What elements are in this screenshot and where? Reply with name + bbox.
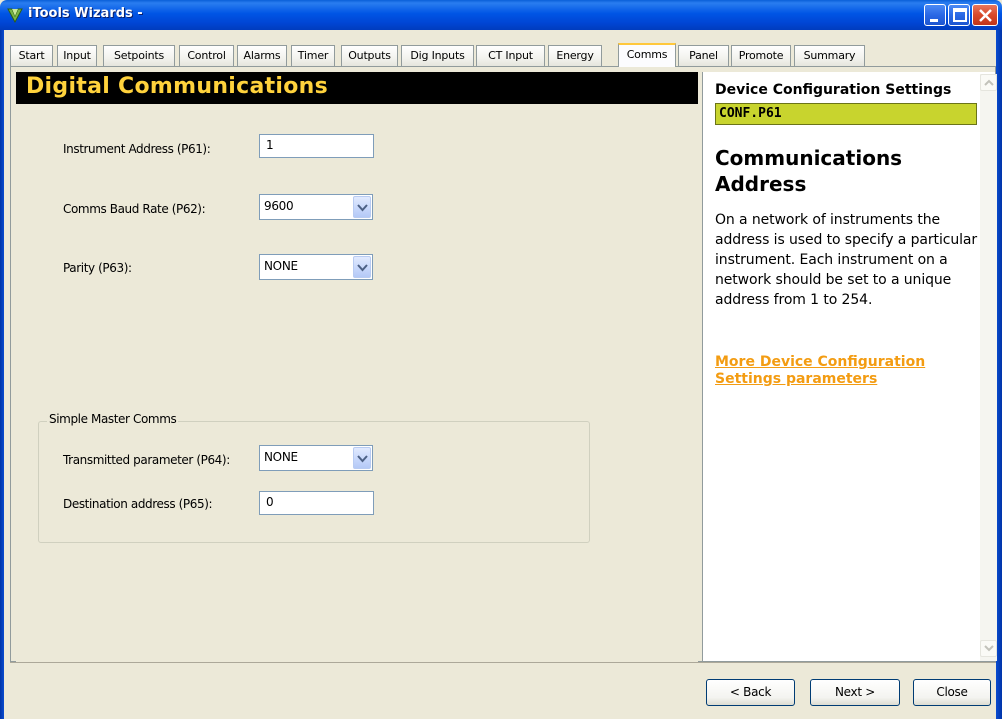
instrument-address-input[interactable]: 1 <box>259 134 374 158</box>
back-button-label: < Back <box>729 685 772 699</box>
wizard-tabs: Start Input Setpoints Control Alarms Tim… <box>10 43 870 67</box>
transmitted-parameter-dropdown-button[interactable] <box>353 447 371 469</box>
scroll-up-button[interactable] <box>980 74 997 91</box>
window-frame-left <box>0 30 4 719</box>
parameter-code-badge: CONF.P61 <box>715 103 977 125</box>
more-parameters-link[interactable]: More Device Configuration Settings param… <box>715 354 975 388</box>
close-icon <box>979 9 992 22</box>
settings-panel: Digital Communications Instrument Addres… <box>16 72 698 662</box>
destination-address-label: Destination address (P65): <box>63 497 213 511</box>
baud-rate-value: 9600 <box>264 199 294 213</box>
tab-summary[interactable]: Summary <box>794 45 865 66</box>
tab-promote[interactable]: Promote <box>731 45 791 66</box>
close-button-label: Close <box>936 685 968 699</box>
page-heading-bar: Digital Communications <box>16 72 698 104</box>
tab-ct-input[interactable]: CT Input <box>476 45 545 66</box>
minimize-icon <box>930 19 938 22</box>
tab-input[interactable]: Input <box>57 45 97 66</box>
minimize-button[interactable] <box>924 4 946 26</box>
window-title: iTools Wizards - <box>28 6 143 21</box>
chevron-down-icon <box>357 204 368 212</box>
chevron-down-icon <box>984 645 994 652</box>
maximize-button[interactable] <box>948 4 970 26</box>
tab-dig-inputs[interactable]: Dig Inputs <box>401 45 474 66</box>
baud-rate-dropdown-button[interactable] <box>353 196 371 218</box>
tab-setpoints[interactable]: Setpoints <box>103 45 175 66</box>
simple-master-comms-group <box>38 421 590 543</box>
tab-comms[interactable]: Comms <box>618 43 676 67</box>
parity-select[interactable]: NONE <box>259 254 373 280</box>
tab-energy[interactable]: Energy <box>548 45 602 66</box>
help-pane: Device Configuration Settings CONF.P61 C… <box>702 72 995 661</box>
destination-address-input[interactable]: 0 <box>259 491 374 515</box>
parity-dropdown-button[interactable] <box>353 256 371 278</box>
next-button-label: Next > <box>834 685 876 699</box>
help-heading: Device Configuration Settings <box>715 82 952 98</box>
transmitted-parameter-select[interactable]: NONE <box>259 445 373 471</box>
parity-value: NONE <box>264 259 298 273</box>
footer-divider <box>10 662 996 663</box>
tab-outputs[interactable]: Outputs <box>341 45 398 66</box>
baud-rate-label: Comms Baud Rate (P62): <box>63 202 206 216</box>
chevron-down-icon <box>357 455 368 463</box>
close-button[interactable]: Close <box>913 679 991 706</box>
tab-start[interactable]: Start <box>10 45 53 66</box>
baud-rate-select[interactable]: 9600 <box>259 194 373 220</box>
scroll-down-button[interactable] <box>980 640 997 657</box>
group-legend: Simple Master Comms <box>47 412 179 426</box>
title-bar[interactable]: iTools Wizards - <box>0 0 1002 30</box>
tab-panel[interactable]: Panel <box>678 45 729 66</box>
next-button[interactable]: Next > <box>810 679 900 706</box>
page-title: Digital Communications <box>26 74 329 99</box>
help-title: Communications Address <box>715 146 903 196</box>
instrument-address-label: Instrument Address (P61): <box>63 142 211 156</box>
back-button[interactable]: < Back <box>706 679 795 706</box>
tab-alarms[interactable]: Alarms <box>237 45 287 66</box>
maximize-icon <box>953 8 967 22</box>
help-scrollbar[interactable] <box>980 74 997 661</box>
app-icon <box>7 8 23 24</box>
close-window-button[interactable] <box>972 4 998 26</box>
chevron-up-icon <box>984 79 994 86</box>
tab-control[interactable]: Control <box>179 45 234 66</box>
tab-timer[interactable]: Timer <box>291 45 335 66</box>
chevron-down-icon <box>357 264 368 272</box>
transmitted-parameter-value: NONE <box>264 450 298 464</box>
parity-label: Parity (P63): <box>63 261 132 275</box>
help-description: On a network of instruments the address … <box>715 212 978 308</box>
transmitted-parameter-label: Transmitted parameter (P64): <box>63 453 230 467</box>
